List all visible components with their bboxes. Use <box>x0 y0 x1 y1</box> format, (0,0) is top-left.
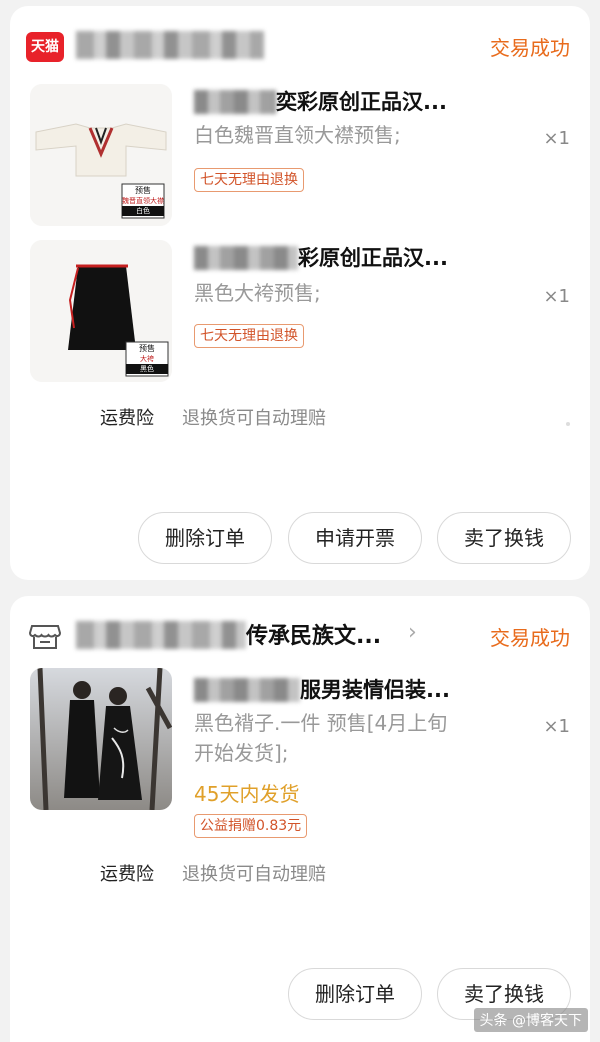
delete-order-button[interactable]: 删除订单 <box>288 968 422 1020</box>
shipping-insurance-value: 退换货可自动理赔 <box>182 408 326 429</box>
order-card[interactable]: 传承民族文... › 交易成功 服男装情侣装... 黑色褙子.一件 预售[4月上… <box>10 596 590 1042</box>
shop-name-redacted <box>76 621 246 649</box>
return-policy-tag: 七天无理由退换 <box>194 168 304 192</box>
title-redacted <box>194 246 298 270</box>
product-title[interactable]: 彩原创正品汉... <box>298 242 448 272</box>
shop-name-redacted <box>76 31 264 59</box>
product-spec: 黑色大袴预售; <box>194 281 321 305</box>
thumb-label: 黑色 <box>126 364 168 374</box>
order-card[interactable]: 天猫 交易成功 预售 魏晋直领大襟 白色 奕彩原创正品汉... 白色魏晋直领大襟… <box>10 6 590 580</box>
request-invoice-button[interactable]: 申请开票 <box>288 512 422 564</box>
product-spec: 白色魏晋直领大襟预售; <box>194 123 401 147</box>
title-redacted <box>194 90 276 114</box>
shipping-time: 45天内发货 <box>194 782 300 806</box>
couple-photo-image <box>30 668 172 810</box>
product-thumbnail[interactable] <box>30 668 172 810</box>
charity-tag: 公益捐赠0.83元 <box>194 814 308 838</box>
shipping-insurance-label: 运费险 <box>100 864 154 885</box>
order-status: 交易成功 <box>490 36 570 60</box>
resell-button[interactable]: 卖了换钱 <box>437 512 571 564</box>
product-thumbnail[interactable]: 预售 大袴 黑色 <box>30 240 172 382</box>
thumb-label: 预售 <box>135 186 151 195</box>
product-quantity: ×1 <box>543 716 570 737</box>
store-icon <box>28 625 62 649</box>
thumb-label: 预售 <box>139 344 155 353</box>
shop-header[interactable]: 天猫 交易成功 <box>10 6 590 76</box>
shop-header[interactable]: 传承民族文... › 交易成功 <box>10 596 590 666</box>
product-thumbnail[interactable]: 预售 魏晋直领大襟 白色 <box>30 84 172 226</box>
product-title[interactable]: 奕彩原创正品汉... <box>276 86 447 116</box>
thumb-label: 魏晋直领大襟 <box>122 197 164 205</box>
shop-name[interactable]: 传承民族文... <box>246 618 381 650</box>
return-policy-tag: 七天无理由退换 <box>194 324 304 348</box>
product-quantity: ×1 <box>543 286 570 307</box>
more-dot <box>566 422 570 426</box>
chevron-right-icon[interactable]: › <box>408 620 417 645</box>
shipping-insurance-value: 退换货可自动理赔 <box>182 864 326 885</box>
product-spec: 开始发货]; <box>194 741 289 765</box>
product-title[interactable]: 服男装情侣装... <box>300 674 450 704</box>
tmall-logo: 天猫 <box>26 32 64 62</box>
watermark: 头条 @博客天下 <box>473 1008 588 1032</box>
thumb-label: 白色 <box>122 206 164 216</box>
title-redacted <box>194 678 300 702</box>
product-spec: 黑色褙子.一件 预售[4月上旬 <box>194 711 448 735</box>
thumb-label: 大袴 <box>140 355 154 363</box>
delete-order-button[interactable]: 删除订单 <box>138 512 272 564</box>
product-quantity: ×1 <box>543 128 570 149</box>
shipping-insurance-label: 运费险 <box>100 408 154 429</box>
order-status: 交易成功 <box>490 626 570 650</box>
